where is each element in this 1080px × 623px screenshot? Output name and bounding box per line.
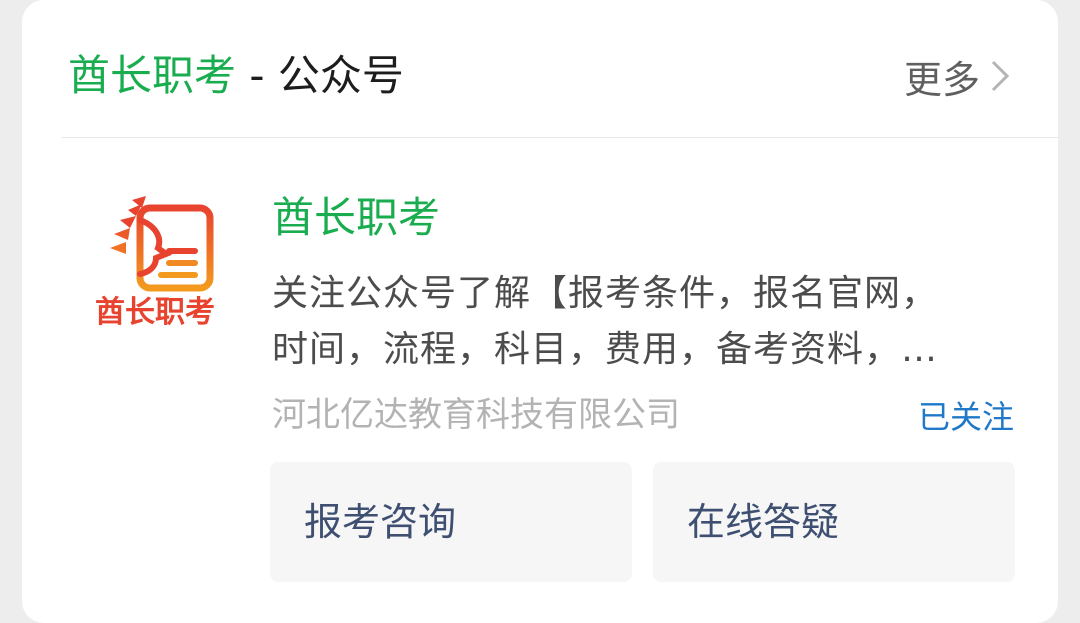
description-line: 时间，流程，科目，费用，备考资料，… [272,329,939,370]
follow-status[interactable]: 已关注 [918,392,1014,442]
account-name[interactable]: 酋长职考 [272,188,440,248]
company-name: 河北亿达教育科技有限公司 [272,395,680,435]
section-title: 酋长职考 - 公众号 [68,46,404,106]
official-account-card: 酋长职考 - 公众号 更多 酋长职考 酋长职考 关注公众号了解【报考条件，报名官… [22,0,1058,623]
online-qa-button-label: 在线答疑 [687,500,840,544]
header-divider [62,137,1058,138]
section-title-suffix: - 公众号 [236,51,404,100]
logo-wordmark: 酋长职考 [95,295,215,330]
account-logo[interactable]: 酋长职考 [70,190,240,340]
consult-button[interactable]: 报考咨询 [270,462,632,582]
chief-logo-icon: 酋长职考 [95,196,215,330]
card-header: 酋长职考 - 公众号 更多 [22,0,1058,138]
online-qa-button[interactable]: 在线答疑 [653,462,1015,582]
more-button[interactable]: 更多 [904,46,1010,106]
section-title-keyword: 酋长职考 [68,51,237,100]
chevron-right-icon [991,60,1010,92]
account-description: 关注公众号了解【报考条件，报名官网， 时间，流程，科目，费用，备考资料，… [272,266,1012,378]
consult-button-label: 报考咨询 [304,500,457,544]
more-label: 更多 [903,57,980,102]
description-line: 关注公众号了解【报考条件，报名官网， [272,273,939,314]
